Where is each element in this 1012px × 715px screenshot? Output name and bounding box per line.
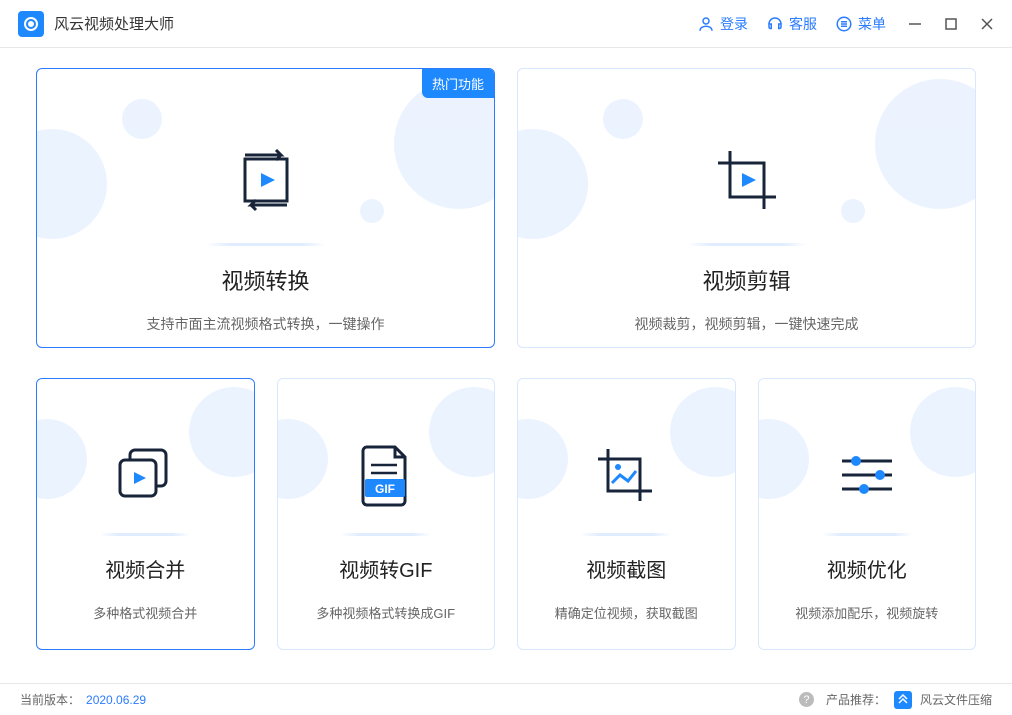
card-title: 视频转换 (221, 264, 309, 296)
recommend-app-name[interactable]: 风云文件压缩 (920, 691, 992, 708)
card-title: 视频优化 (827, 554, 907, 583)
card-video-merge[interactable]: 视频合并 多种格式视频合并 (36, 378, 255, 650)
card-video-convert[interactable]: 热门功能 视频转换 支持市面主流视频格式转换，一键操作 (36, 68, 495, 348)
support-label: 客服 (789, 14, 817, 34)
crop-icon (712, 125, 782, 235)
app-title: 风云视频处理大师 (54, 13, 174, 34)
window-controls (908, 17, 994, 31)
divider (341, 533, 431, 536)
divider (687, 243, 807, 246)
menu-button[interactable]: 菜单 (835, 14, 886, 34)
menu-label: 菜单 (858, 14, 886, 34)
card-desc: 精确定位视频，获取截图 (555, 603, 698, 622)
version-value: 2020.06.29 (86, 693, 146, 707)
login-label: 登录 (720, 14, 748, 34)
card-desc: 视频裁剪，视频剪辑，一键快速完成 (635, 314, 859, 334)
card-video-snapshot[interactable]: 视频截图 精确定位视频，获取截图 (517, 378, 736, 650)
app-logo (18, 11, 44, 37)
divider (100, 533, 190, 536)
divider (581, 533, 671, 536)
convert-icon (231, 125, 301, 235)
divider (206, 243, 326, 246)
card-title: 视频转GIF (339, 554, 432, 583)
card-video-optimize[interactable]: 视频优化 视频添加配乐，视频旋转 (758, 378, 977, 650)
card-video-edit[interactable]: 视频剪辑 视频裁剪，视频剪辑，一键快速完成 (517, 68, 976, 348)
close-button[interactable] (980, 17, 994, 31)
card-video-gif[interactable]: GIF 视频转GIF 多种视频格式转换成GIF (277, 378, 496, 650)
hot-badge: 热门功能 (422, 69, 494, 98)
main-content: 热门功能 视频转换 支持市面主流视频格式转换，一键操作 (0, 48, 1012, 683)
menu-icon (835, 15, 853, 33)
card-title: 视频剪辑 (702, 264, 790, 296)
version-label: 当前版本： (20, 691, 80, 708)
statusbar: 当前版本： 2020.06.29 ? 产品推荐： 风云文件压缩 (0, 683, 1012, 715)
gif-file-icon: GIF (359, 425, 413, 525)
divider (822, 533, 912, 536)
support-button[interactable]: 客服 (766, 14, 817, 34)
feature-row-bottom: 视频合并 多种格式视频合并 GIF 视频转GIF 多种视频格 (36, 378, 976, 650)
maximize-button[interactable] (944, 17, 958, 31)
login-button[interactable]: 登录 (697, 14, 748, 34)
recommend-app-icon (894, 691, 912, 709)
card-desc: 视频添加配乐，视频旋转 (795, 603, 938, 622)
merge-icon (114, 425, 176, 525)
help-icon[interactable]: ? (799, 692, 814, 707)
titlebar: 风云视频处理大师 登录 客服 菜单 (0, 0, 1012, 48)
card-title: 视频合并 (105, 554, 185, 583)
feature-row-top: 热门功能 视频转换 支持市面主流视频格式转换，一键操作 (36, 68, 976, 348)
user-icon (697, 15, 715, 33)
card-title: 视频截图 (586, 554, 666, 583)
card-desc: 支持市面主流视频格式转换，一键操作 (147, 314, 385, 334)
sliders-icon (836, 425, 898, 525)
headset-icon (766, 15, 784, 33)
svg-text:GIF: GIF (375, 482, 395, 496)
recommend-label: 产品推荐： (826, 691, 886, 708)
card-desc: 多种视频格式转换成GIF (316, 603, 455, 622)
minimize-button[interactable] (908, 17, 922, 31)
snapshot-icon (594, 425, 658, 525)
card-desc: 多种格式视频合并 (93, 603, 197, 622)
